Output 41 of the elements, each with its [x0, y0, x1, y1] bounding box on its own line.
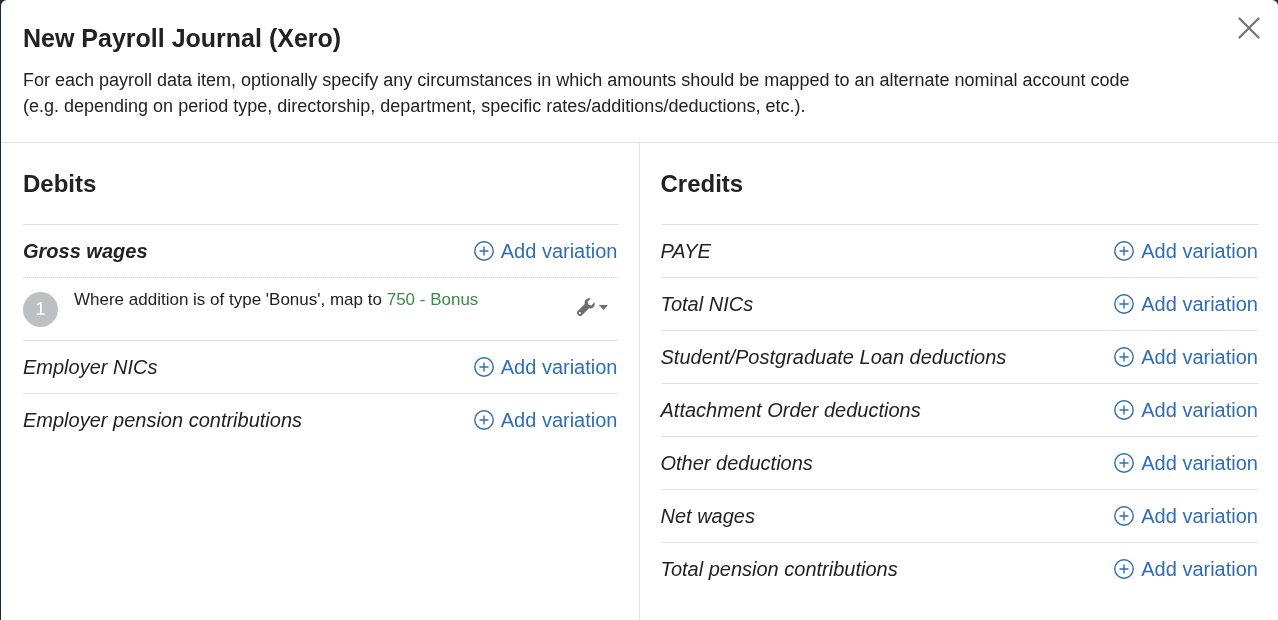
dialog-title: New Payroll Journal (Xero)	[23, 23, 342, 53]
variation-options-button[interactable]	[575, 297, 608, 317]
add-variation-link[interactable]: Add variation	[473, 354, 618, 380]
add-circle-icon	[1114, 506, 1135, 526]
add-variation-link[interactable]: Add variation	[1114, 344, 1258, 370]
item-label: Net wages	[660, 504, 755, 529]
add-circle-icon	[1114, 453, 1135, 473]
add-variation-link[interactable]: Add variation	[1114, 291, 1258, 317]
add-circle-icon	[473, 410, 494, 430]
variation-number-badge: 1	[23, 292, 58, 327]
item-label: PAYE	[660, 239, 711, 264]
item-label: Other deductions	[660, 451, 813, 476]
add-circle-icon	[473, 357, 494, 377]
section-heading: Credits	[660, 169, 744, 199]
add-circle-icon	[1114, 241, 1135, 261]
item-label: Gross wages	[23, 239, 148, 264]
variation-description: Where addition is of type 'Bonus', map to 750 - Bonus	[74, 289, 480, 311]
add-variation-link[interactable]: Add variation	[1114, 503, 1258, 529]
item-label: Attachment Order deductions	[660, 398, 921, 423]
add-circle-icon	[1114, 400, 1135, 420]
add-circle-icon	[1114, 294, 1135, 314]
wrench-icon	[575, 297, 596, 317]
add-circle-icon	[1114, 347, 1135, 367]
add-variation-link[interactable]: Add variation	[1114, 556, 1258, 582]
section-heading: Debits	[23, 169, 97, 199]
add-variation-link[interactable]: Add variation	[1114, 238, 1258, 264]
add-variation-link[interactable]: Add variation	[473, 407, 618, 433]
add-circle-icon	[1114, 559, 1135, 579]
close-button[interactable]	[1236, 15, 1262, 41]
add-circle-icon	[473, 241, 494, 261]
item-label: Total pension contributions	[660, 557, 898, 582]
item-label: Total NICs	[660, 292, 754, 317]
dialog-description: For each payroll data item, optionally specify any circumstances in which amounts should be mapped to an alternate nominal account code (e.g. depending on period type, directorship, department, specific rates/additions/deductions, etc.).	[23, 69, 1131, 118]
item-label: Employer NICs	[23, 355, 158, 380]
caret-icon	[598, 304, 608, 310]
close-icon	[1238, 17, 1260, 39]
item-label: Student/Postgraduate Loan deductions	[660, 345, 1007, 370]
item-label: Employer pension contributions	[23, 408, 303, 433]
add-variation-link[interactable]: Add variation	[473, 238, 618, 264]
add-variation-link[interactable]: Add variation	[1114, 450, 1258, 476]
add-variation-link[interactable]: Add variation	[1114, 397, 1258, 423]
